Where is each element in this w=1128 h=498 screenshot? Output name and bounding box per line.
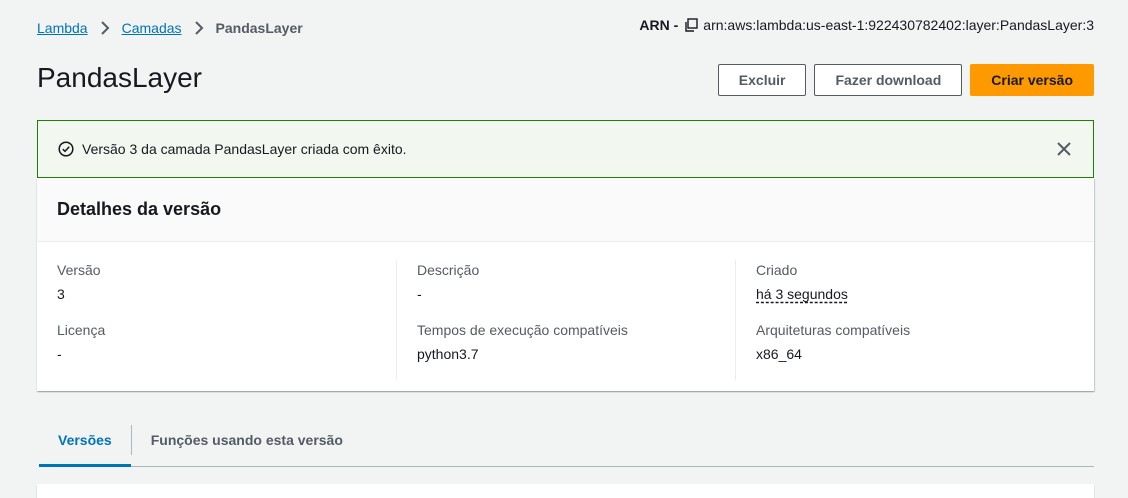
field-value: x86_64 xyxy=(756,346,802,362)
close-icon[interactable] xyxy=(1055,140,1073,158)
header-actions: Excluir Fazer download Criar versão xyxy=(717,64,1094,96)
success-flash: Versão 3 da camada PandasLayer criada co… xyxy=(37,120,1094,178)
field-version: Versão 3 xyxy=(57,260,396,320)
field-label: Descrição xyxy=(417,262,480,278)
field-value: - xyxy=(57,346,62,362)
field-label: Licença xyxy=(57,322,106,338)
create-version-button[interactable]: Criar versão xyxy=(970,64,1094,96)
delete-button[interactable]: Excluir xyxy=(717,64,807,96)
check-circle-icon xyxy=(58,141,74,157)
details-grid: Versão 3 Descrição - Criado há 3 segundo… xyxy=(37,242,1094,380)
field-architectures: Arquiteturas compatíveis x86_64 xyxy=(735,320,1074,380)
chevron-right-icon xyxy=(100,21,110,35)
field-value: python3.7 xyxy=(417,346,479,362)
breadcrumb-lambda-link[interactable]: Lambda xyxy=(37,20,88,36)
chevron-right-icon xyxy=(194,21,204,35)
arn-value: arn:aws:lambda:us-east-1:922430782402:la… xyxy=(703,17,1094,33)
arn-display: ARN - arn:aws:lambda:us-east-1:922430782… xyxy=(639,17,1094,33)
field-value: 3 xyxy=(57,286,65,302)
breadcrumb: Lambda Camadas PandasLayer xyxy=(37,20,303,36)
field-runtimes: Tempos de execução compatíveis python3.7 xyxy=(396,320,735,380)
field-value: - xyxy=(417,286,422,302)
arn-label: ARN - xyxy=(639,17,679,33)
field-license: Licença - xyxy=(57,320,396,380)
field-created: Criado há 3 segundos xyxy=(735,260,1074,320)
tab-versions[interactable]: Versões xyxy=(39,413,131,467)
download-button[interactable]: Fazer download xyxy=(814,64,963,96)
flash-message: Versão 3 da camada PandasLayer criada co… xyxy=(82,141,407,157)
field-description: Descrição - xyxy=(396,260,735,320)
version-details-card: Detalhes da versão Versão 3 Descrição - … xyxy=(37,178,1094,391)
field-label: Versão xyxy=(57,262,101,278)
field-label: Arquiteturas compatíveis xyxy=(756,322,911,338)
breadcrumb-current: PandasLayer xyxy=(215,20,303,36)
copy-icon[interactable] xyxy=(684,18,698,32)
card-header: Detalhes da versão xyxy=(37,178,1094,242)
tab-bar: Versões Funções usando esta versão xyxy=(39,413,1094,467)
tab-functions-using-version[interactable]: Funções usando esta versão xyxy=(132,413,362,466)
field-label: Criado xyxy=(756,262,798,278)
breadcrumb-layers-link[interactable]: Camadas xyxy=(122,20,182,36)
tab-content-panel xyxy=(37,484,1094,498)
field-label: Tempos de execução compatíveis xyxy=(417,322,628,338)
created-time-tooltip[interactable]: há 3 segundos xyxy=(756,284,1074,304)
page-title: PandasLayer xyxy=(37,62,203,93)
